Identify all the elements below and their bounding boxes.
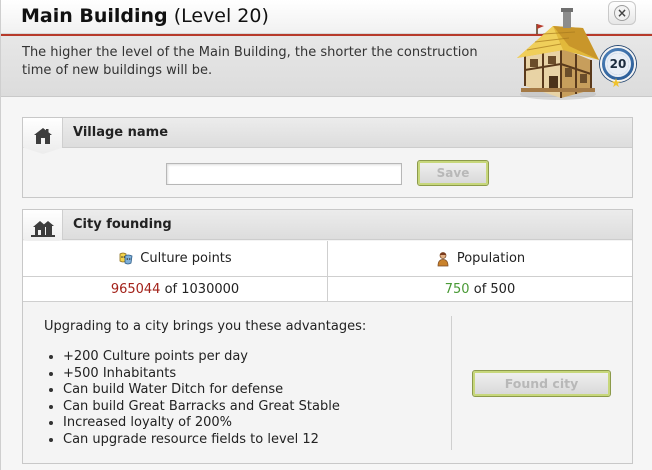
culture-points-of: of [164,281,178,297]
culture-points-header: Culture points [23,241,327,276]
values-divider [327,277,328,302]
culture-points-icon [119,252,133,264]
population-current: 750 [444,281,470,297]
stats-divider [327,241,328,277]
window-title: Main Building (Level 20) [21,5,269,27]
close-icon[interactable]: × [614,5,630,21]
population-value: 750 of 500 [328,277,632,301]
population-header: Population [328,241,632,276]
culture-points-value: 965044 of 1030000 [23,277,327,301]
building-description: The higher the level of the Main Buildin… [22,45,478,78]
house-icon [23,118,63,154]
population-label: Population [456,251,526,266]
village-name-input[interactable] [166,163,402,185]
list-item: +200 Culture points per day [44,349,454,366]
population-icon [437,251,449,266]
found-city-button[interactable]: Found city [472,370,611,397]
city-founding-panel: City founding Culture points Population [22,209,633,464]
culture-points-current: 965044 [110,281,161,297]
population-of: of [473,281,487,297]
main-building-image [517,8,599,100]
list-item: +500 Inhabitants [44,366,454,383]
culture-points-label: Culture points [140,251,232,266]
level-badge: 20 [600,46,636,82]
advantages-section: Upgrading to a city brings you these adv… [44,318,454,449]
village-name-panel: Village name Save [22,117,633,198]
stats-values-row: 965044 of 1030000 750 of 500 [23,277,632,302]
advantages-intro: Upgrading to a city brings you these adv… [44,319,367,334]
list-item: Increased loyalty of 200% [44,415,454,432]
title-main: Main Building [21,5,168,27]
title-level: (Level 20) [173,5,269,27]
close-button[interactable]: × [608,1,636,25]
population-required: 500 [490,281,516,297]
village-name-header: Village name [23,118,632,154]
stats-header-row: Culture points Population [23,241,632,277]
list-item: Can build Water Ditch for defense [44,382,454,399]
advantages-divider [451,316,452,450]
culture-points-required: 1030000 [181,281,240,297]
city-founding-header: City founding [23,210,632,246]
advantages-list: +200 Culture points per day +500 Inhabit… [44,349,454,449]
village-name-heading: Village name [73,125,169,140]
save-button[interactable]: Save [417,160,489,186]
city-founding-heading: City founding [73,217,172,232]
list-item: Can build Great Barracks and Great Stabl… [44,399,454,416]
main-building-window: Main Building (Level 20) × The higher th… [0,0,652,470]
level-number: 20 [607,53,629,75]
list-item: Can upgrade resource fields to level 12 [44,432,454,449]
